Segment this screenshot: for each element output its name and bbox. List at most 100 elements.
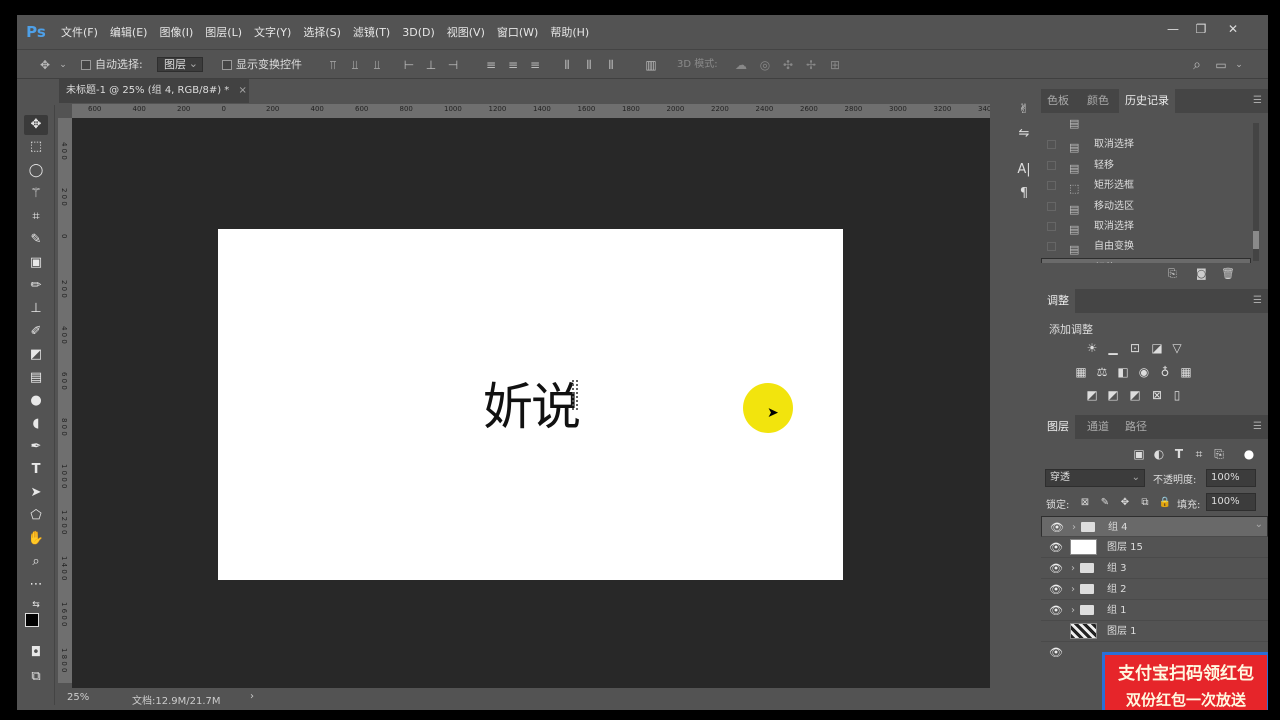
layer-row[interactable]: 👁 图层 15 — [1041, 537, 1268, 558]
workspace-icon[interactable]: ▭ — [1213, 57, 1229, 73]
align-hcenter-icon[interactable]: ⊥ — [423, 57, 439, 73]
screen-mode-icon[interactable]: ⧉ — [24, 667, 48, 687]
align-bottom-icon[interactable]: ⫫ — [369, 57, 385, 73]
filter-pixel-icon[interactable]: ▣ — [1131, 446, 1147, 462]
lock-pixels-icon[interactable]: ✎ — [1097, 495, 1113, 511]
status-menu-arrow[interactable]: › — [250, 691, 254, 702]
color-balance-icon[interactable]: ⚖ — [1094, 364, 1110, 380]
color-lookup-icon[interactable]: ▦ — [1178, 364, 1194, 380]
lock-transparency-icon[interactable]: ⊠ — [1077, 495, 1093, 511]
black-white-icon[interactable]: ◧ — [1115, 364, 1131, 380]
align-left-icon[interactable]: ⊢ — [401, 57, 417, 73]
layer-row[interactable]: 👁 › 组 4 — [1041, 514, 1268, 538]
panel-menu-icon[interactable]: ☰ — [1253, 421, 1262, 432]
list-item[interactable]: ▤ — [1041, 117, 1251, 130]
show-transform-checkbox[interactable]: 显示变换控件 — [222, 56, 302, 74]
lock-artboard-icon[interactable]: ⧉ — [1137, 495, 1153, 511]
eye-icon[interactable]: 👁 — [1049, 600, 1063, 621]
new-document-from-state-icon[interactable]: ⎘ — [1168, 267, 1177, 281]
eye-icon[interactable]: 👁 — [1049, 537, 1063, 558]
lock-all-icon[interactable]: 🔒 — [1157, 495, 1173, 511]
filter-type-icon[interactable]: T — [1171, 446, 1187, 462]
eyedropper-tool-icon[interactable]: ✎ — [24, 230, 48, 250]
align-top-icon[interactable]: ⫪ — [325, 57, 341, 73]
distribute-bottom-icon[interactable]: ≡ — [527, 57, 543, 73]
align-right-icon[interactable]: ⊣ — [445, 57, 461, 73]
trash-icon[interactable]: 🗑 — [1221, 267, 1235, 280]
layer-row[interactable]: 👁 › 组 1 — [1041, 600, 1268, 621]
promo-banner[interactable]: 支付宝扫码领红包 双份红包一次放送 — [1102, 652, 1268, 710]
blend-mode-dropdown[interactable]: 穿透 ⌄ — [1045, 469, 1145, 487]
healing-brush-tool-icon[interactable]: ▣ — [24, 253, 48, 273]
list-item-selected[interactable]: ▤ 轻移 — [1041, 256, 1251, 263]
menu-window[interactable]: 窗口(W) — [491, 24, 544, 40]
distribute-top-icon[interactable]: ≡ — [483, 57, 499, 73]
layer-row[interactable]: 👁 › 组 3 — [1041, 558, 1268, 579]
marquee-tool-icon[interactable]: ⬚ — [24, 137, 48, 157]
menu-3d[interactable]: 3D(D) — [396, 26, 441, 39]
filter-adjustment-icon[interactable]: ◐ — [1151, 446, 1167, 462]
hue-saturation-icon[interactable]: ▦ — [1073, 364, 1089, 380]
tab-color[interactable]: 颜色 — [1081, 89, 1115, 113]
menu-file[interactable]: 文件(F) — [55, 24, 104, 40]
layer-row[interactable]: 👁 › 组 2 — [1041, 579, 1268, 600]
foreground-color-swatch[interactable] — [25, 613, 39, 627]
menu-edit[interactable]: 编辑(E) — [104, 24, 154, 40]
tab-layers[interactable]: 图层 — [1041, 415, 1075, 439]
quick-mask-icon[interactable]: ◘ — [24, 643, 48, 663]
list-item[interactable]: ▤ 移动选区 — [1041, 197, 1251, 217]
list-item[interactable]: ▤ 自由变换 — [1041, 237, 1251, 257]
distribute-vcenter-icon[interactable]: ≡ — [505, 57, 521, 73]
menu-select[interactable]: 选择(S) — [297, 24, 347, 40]
distribute-left-icon[interactable]: ⦀ — [559, 57, 575, 73]
magic-wand-tool-icon[interactable]: ⚚ — [24, 184, 48, 204]
hand-tool-icon[interactable]: ✋ — [24, 529, 48, 549]
filter-smart-object-icon[interactable]: ⎘ — [1211, 446, 1227, 462]
list-item[interactable]: ▤ 取消选择 — [1041, 135, 1251, 155]
chevron-right-icon[interactable]: › — [1072, 517, 1076, 538]
menu-view[interactable]: 视图(V) — [441, 24, 491, 40]
auto-align-icon[interactable]: ▥ — [643, 57, 659, 73]
type-tool-icon[interactable]: T — [24, 460, 48, 480]
tab-adjustments[interactable]: 调整 — [1041, 289, 1075, 313]
panel-menu-icon[interactable]: ☰ — [1253, 295, 1262, 306]
layer-row[interactable]: 👁 图层 1 — [1041, 621, 1268, 642]
lasso-tool-icon[interactable]: ◯ — [24, 161, 48, 181]
eye-icon[interactable]: 👁 — [1049, 642, 1063, 663]
character-panel-icon[interactable]: A| — [1015, 161, 1033, 179]
dodge-tool-icon[interactable]: ◖ — [24, 414, 48, 434]
search-icon[interactable]: ⌕ — [1189, 57, 1205, 73]
menu-filter[interactable]: 滤镜(T) — [347, 24, 396, 40]
tab-paths[interactable]: 路径 — [1119, 415, 1153, 439]
chevron-right-icon[interactable]: › — [1071, 579, 1075, 600]
zoom-tool-icon[interactable]: ⌕ — [24, 552, 48, 572]
posterize-icon[interactable]: ◩ — [1105, 387, 1121, 403]
camera-snapshot-icon[interactable]: ◙ — [1196, 267, 1207, 280]
history-brush-tool-icon[interactable]: ✐ — [24, 322, 48, 342]
align-vcenter-icon[interactable]: ⫫ — [347, 57, 363, 73]
brightness-contrast-icon[interactable]: ☀ — [1084, 340, 1100, 356]
tab-channels[interactable]: 通道 — [1081, 415, 1115, 439]
threshold-icon[interactable]: ◩ — [1127, 387, 1143, 403]
menu-layer[interactable]: 图层(L) — [199, 24, 248, 40]
path-selection-tool-icon[interactable]: ➤ — [24, 483, 48, 503]
3d-orbit-icon[interactable]: ☁ — [733, 57, 749, 73]
clone-stamp-tool-icon[interactable]: ⊥ — [24, 299, 48, 319]
move-tool-icon[interactable]: ✥ — [24, 115, 48, 135]
brush-settings-icon[interactable]: ⇋ — [1015, 125, 1033, 143]
curves-icon[interactable]: ⊡ — [1127, 340, 1143, 356]
list-item[interactable]: ▤ 轻移 — [1041, 156, 1251, 176]
crop-tool-icon[interactable]: ⌗ — [24, 207, 48, 227]
photo-filter-icon[interactable]: ◉ — [1136, 364, 1152, 380]
auto-select-checkbox[interactable]: 自动选择: — [81, 56, 143, 74]
levels-icon[interactable]: ▁ — [1105, 340, 1121, 356]
fill-input[interactable]: 100% — [1206, 493, 1256, 511]
exposure-icon[interactable]: ◪ — [1149, 340, 1165, 356]
list-item[interactable]: ⬚ 矩形选框 — [1041, 176, 1251, 196]
blur-tool-icon[interactable]: ● — [24, 391, 48, 411]
zoom-level[interactable]: 25% — [67, 692, 89, 703]
restore-button[interactable]: ❐ — [1191, 21, 1211, 37]
filter-shape-icon[interactable]: ⌗ — [1191, 446, 1207, 462]
swap-colors-icon[interactable]: ⇆ — [24, 595, 48, 615]
3d-pan-icon[interactable]: ✣ — [780, 57, 796, 73]
